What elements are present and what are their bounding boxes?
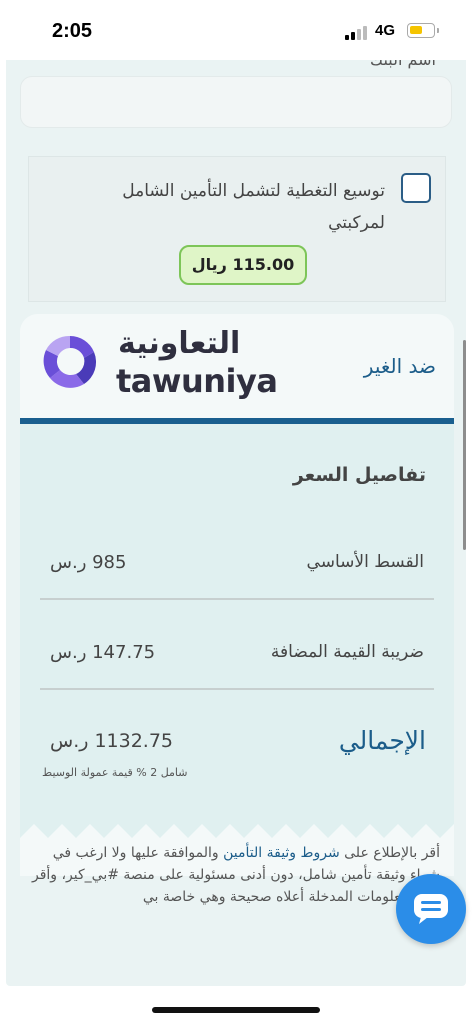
tawuniya-logo-icon bbox=[43, 335, 97, 388]
coverage-extension-text: توسيع التغطية لتشمل التأمين الشامل لمركب… bbox=[122, 181, 385, 233]
cellular-signal-icon bbox=[345, 26, 369, 40]
insurance-card-header: التعاونية tawuniya ضد الغير bbox=[20, 314, 454, 418]
price-details-title: تفاصيل السعر bbox=[292, 464, 426, 486]
vat-value: 147.75 ر.س bbox=[50, 642, 156, 663]
chat-button[interactable] bbox=[396, 874, 466, 944]
battery-icon bbox=[407, 23, 435, 38]
home-indicator[interactable] bbox=[152, 1007, 320, 1013]
chat-bubble-icon bbox=[414, 894, 448, 924]
row-divider bbox=[40, 688, 434, 690]
base-premium-label: القسط الأساسي bbox=[306, 552, 424, 572]
provider-logo-english: tawuniya bbox=[116, 362, 278, 400]
scrollbar-thumb[interactable] bbox=[463, 340, 466, 550]
total-label: الإجمالي bbox=[338, 726, 426, 755]
base-premium-value: 985 ر.س bbox=[50, 552, 127, 573]
bottom-safe-area bbox=[0, 986, 473, 1024]
price-row-vat: ضريبة القيمة المضافة 147.75 ر.س bbox=[40, 634, 434, 674]
network-type: 4G bbox=[375, 22, 396, 39]
commission-note: شامل 2 % قيمة عمولة الوسيط bbox=[42, 766, 188, 779]
terms-acknowledgement: أقر بالإطلاع على شروط وثيقة التأمين والم… bbox=[32, 845, 440, 905]
coverage-extension-option[interactable]: توسيع التغطية لتشمل التأمين الشامل لمركب… bbox=[28, 156, 446, 302]
bank-name-input[interactable] bbox=[20, 76, 452, 128]
price-details-section: تفاصيل السعر القسط الأساسي 985 ر.س ضريبة… bbox=[20, 424, 454, 876]
price-row-base-premium: القسط الأساسي 985 ر.س bbox=[40, 544, 434, 584]
status-time: 2:05 bbox=[52, 20, 93, 42]
extension-price-badge: 115.00 ريال bbox=[179, 245, 307, 285]
provider-logo-arabic: التعاونية bbox=[118, 326, 241, 361]
checkbox-icon[interactable] bbox=[401, 173, 431, 203]
status-bar: 2:05 4G bbox=[0, 0, 473, 60]
vat-label: ضريبة القيمة المضافة bbox=[270, 642, 424, 662]
coverage-type-label: ضد الغير bbox=[363, 354, 436, 378]
battery-level bbox=[410, 26, 422, 34]
total-value: 1132.75 ر.س bbox=[50, 730, 174, 752]
row-divider bbox=[40, 598, 434, 600]
policy-terms-link[interactable]: شروط وثيقة التأمين bbox=[223, 845, 340, 861]
insurance-quote-card: التعاونية tawuniya ضد الغير تفاصيل السعر… bbox=[20, 314, 454, 876]
